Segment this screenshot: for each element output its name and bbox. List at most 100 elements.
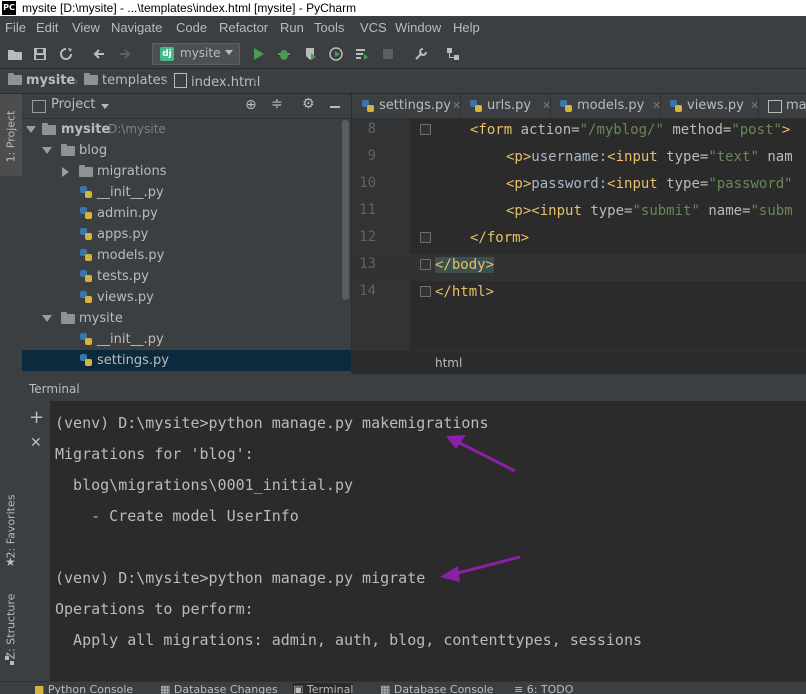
fold-marker-icon[interactable]	[420, 286, 431, 297]
editor-tabs: settings.py ✕ urls.py ✕ models.py ✕ view…	[352, 94, 806, 119]
tree-node-blog[interactable]: blog	[22, 140, 351, 161]
coverage-icon[interactable]	[301, 45, 319, 63]
tab-python-console[interactable]: ■ Python Console	[34, 683, 133, 694]
project-tool-tab[interactable]: 1: Project	[0, 94, 22, 176]
tab-label: settings.py	[379, 98, 451, 113]
breadcrumb-separator: ›	[73, 72, 79, 90]
code-line-9: <p>username:<input type="text" nam	[506, 149, 793, 165]
fold-marker-icon[interactable]	[420, 259, 431, 270]
breadcrumb-project[interactable]: mysite	[8, 73, 75, 88]
python-file-icon	[80, 333, 92, 345]
fold-marker-icon[interactable]	[420, 232, 431, 243]
menu-tools[interactable]: Tools	[314, 20, 344, 35]
new-session-icon[interactable]: +	[29, 407, 44, 428]
locate-icon[interactable]: ⊕	[245, 97, 257, 113]
toolbar: dj mysite	[0, 40, 806, 69]
editor-breadcrumb-item[interactable]: html	[435, 356, 462, 370]
stop-icon[interactable]	[379, 45, 397, 63]
django-icon: dj	[160, 47, 174, 61]
tab-terminal[interactable]: ▣ Terminal	[293, 683, 354, 694]
line-number: 13	[359, 256, 376, 272]
menu-navigate[interactable]: Navigate	[111, 20, 162, 35]
folder-icon	[61, 144, 75, 156]
project-panel-header: Project ⊕ ≑ ⚙	[22, 94, 351, 119]
fold-marker-icon[interactable]	[420, 124, 431, 135]
concurrency-icon[interactable]	[353, 45, 371, 63]
annotation-arrows	[440, 435, 521, 582]
profile-icon[interactable]	[327, 45, 345, 63]
hide-panel-icon[interactable]	[330, 106, 340, 108]
database-icon: ▦	[380, 683, 391, 694]
tab-models-py[interactable]: models.py ✕	[550, 94, 661, 118]
tree-node-file[interactable]: tests.py	[22, 266, 351, 287]
menu-run[interactable]: Run	[280, 20, 304, 35]
menu-refactor[interactable]: Refactor	[219, 20, 268, 35]
python-file-icon	[80, 186, 92, 198]
tree-node-file[interactable]: apps.py	[22, 224, 351, 245]
gear-icon[interactable]: ⚙	[302, 96, 315, 112]
python-file-icon	[80, 249, 92, 261]
python-file-icon	[560, 100, 572, 112]
menu-vcs[interactable]: VCS	[360, 20, 387, 35]
tree-label: mysite	[79, 311, 123, 326]
tab-database-changes[interactable]: ▦ Database Changes	[160, 683, 278, 694]
tree-node-file[interactable]: __init__.py	[22, 182, 351, 203]
project-structure-icon[interactable]	[444, 45, 462, 63]
back-arrow-icon[interactable]	[90, 45, 108, 63]
breadcrumb-folder[interactable]: templates	[84, 73, 167, 88]
debug-icon[interactable]	[275, 45, 293, 63]
tree-label: mysite	[61, 122, 111, 137]
code-editor[interactable]: <form action="/myblog/" method="post"> <…	[435, 119, 806, 350]
menu-file[interactable]: File	[5, 20, 26, 35]
chevron-down-icon	[225, 50, 233, 55]
terminal-output[interactable]: (venv) D:\mysite>python manage.py makemi…	[50, 401, 806, 681]
tree-node-file[interactable]: views.py	[22, 287, 351, 308]
close-session-icon[interactable]: ✕	[30, 435, 42, 451]
menu-help[interactable]: Help	[453, 20, 480, 35]
tab-overflow[interactable]: ma	[758, 94, 806, 118]
python-console-icon: ■	[34, 683, 45, 694]
line-number: 10	[359, 175, 376, 191]
tree-label: blog	[79, 143, 108, 158]
tree-label: models.py	[97, 248, 165, 263]
open-folder-icon[interactable]	[6, 45, 24, 63]
star-icon: ★	[5, 555, 16, 569]
tree-node-file[interactable]: __init__.py	[22, 329, 351, 350]
tree-node-mysite-package[interactable]: mysite	[22, 308, 351, 329]
run-icon[interactable]	[249, 45, 267, 63]
run-configuration-select[interactable]: dj mysite	[152, 43, 240, 65]
tree-node-mysite-root[interactable]: mysite D:\mysite	[22, 119, 351, 140]
tab-database-console[interactable]: ▦ Database Console	[380, 683, 494, 694]
tab-urls-py[interactable]: urls.py ✕	[460, 94, 551, 118]
menu-view[interactable]: View	[72, 20, 100, 35]
tab-todo[interactable]: ≡ 6: TODO	[514, 683, 573, 694]
tab-label: ma	[786, 98, 806, 113]
menu-bar: File Edit View Navigate Code Refactor Ru…	[0, 16, 806, 41]
chevron-down-icon[interactable]	[101, 104, 109, 109]
tab-views-py[interactable]: views.py ✕	[660, 94, 759, 118]
collapse-all-icon[interactable]: ≑	[271, 96, 283, 112]
menu-code[interactable]: Code	[176, 20, 207, 35]
tree-label: tests.py	[97, 269, 149, 284]
terminal-header: Terminal	[22, 379, 806, 402]
tree-node-file-selected[interactable]: settings.py	[22, 350, 351, 371]
breadcrumb: mysite › templates › index.html ›	[0, 69, 806, 94]
save-icon[interactable]	[31, 45, 49, 63]
line-number: 8	[367, 121, 376, 137]
terminal-icon: ▣	[293, 683, 304, 694]
tree-node-file[interactable]: models.py	[22, 245, 351, 266]
sync-icon[interactable]	[57, 45, 75, 63]
tree-label: migrations	[97, 164, 167, 179]
tab-settings-py[interactable]: settings.py ✕	[352, 94, 461, 118]
database-icon: ▦	[160, 683, 171, 694]
tree-node-file[interactable]: admin.py	[22, 203, 351, 224]
tree-node-migrations[interactable]: migrations	[22, 161, 351, 182]
expanded-arrow-icon	[26, 126, 36, 133]
menu-window[interactable]: Window	[395, 20, 441, 35]
project-scrollbar[interactable]	[342, 120, 349, 300]
project-view-select[interactable]: Project	[51, 97, 95, 112]
breadcrumb-file[interactable]: index.html	[174, 73, 260, 90]
wrench-icon[interactable]	[412, 45, 430, 63]
menu-edit[interactable]: Edit	[36, 20, 58, 35]
forward-arrow-icon[interactable]	[116, 45, 134, 63]
